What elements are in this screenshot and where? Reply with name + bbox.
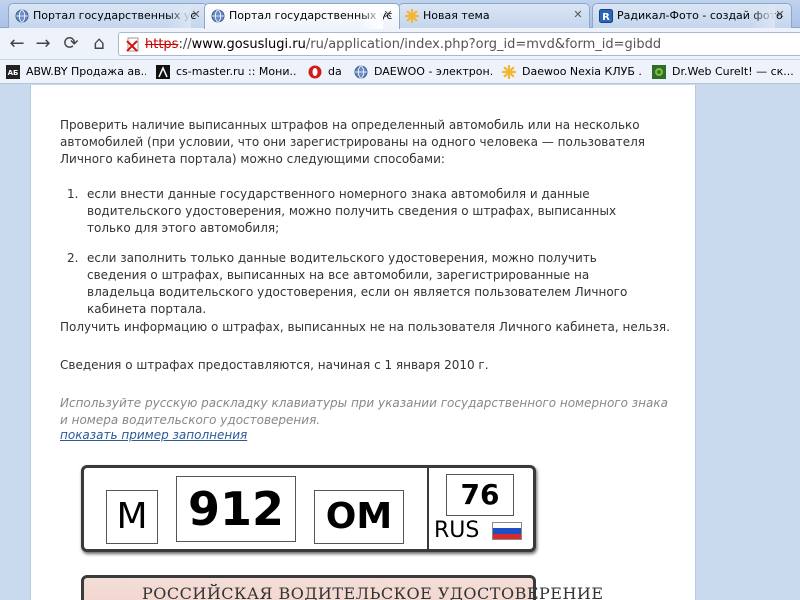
close-icon[interactable]: ✕ [382, 9, 394, 21]
url-host: www.gosuslugi.ru [191, 37, 306, 52]
reload-button[interactable]: ⟳ [60, 33, 82, 55]
intro-text: Проверить наличие выписанных штрафов на … [60, 118, 645, 166]
drweb-icon [652, 65, 666, 79]
tab-title: Новая тема [423, 9, 490, 22]
restriction-note: Получить информацию о штрафах, выписанны… [60, 320, 670, 334]
globe-icon [211, 9, 225, 23]
close-icon[interactable]: ✕ [774, 9, 786, 21]
tab-gosuslugi-2[interactable]: Портал государственных ус ✕ [204, 3, 400, 29]
bookmark-label: DAEWOO - электрон... [374, 65, 492, 78]
plate-series-field[interactable]: ОМ [314, 490, 404, 544]
url-separator: :// [178, 37, 192, 52]
bookmark-abw[interactable]: АБ ABW.BY Продажа ав... [6, 64, 146, 80]
keyboard-hint: Используйте русскую раскладку клавиатуры… [60, 396, 668, 427]
bookmark-daewoo[interactable]: DAEWOO - электрон... [354, 64, 492, 80]
plate-letter-field[interactable]: М [106, 490, 158, 544]
russian-flag-icon [492, 522, 522, 540]
radikal-icon: R [599, 9, 613, 23]
forward-button[interactable]: → [32, 33, 54, 55]
tab-new-topic[interactable]: Новая тема ✕ [398, 3, 590, 28]
cs-icon [156, 65, 170, 79]
star-flower-icon [502, 65, 516, 79]
url-text[interactable]: https://www.gosuslugi.ru/ru/application/… [145, 37, 661, 52]
close-icon[interactable]: ✕ [190, 9, 202, 21]
url-scheme: https [145, 37, 179, 52]
insecure-page-icon[interactable] [125, 37, 141, 53]
list-number: 1. [67, 187, 79, 201]
plate-region-field[interactable]: 76 [446, 474, 514, 516]
driver-license-card: РОССИЙСКАЯ ВОДИТЕЛЬСКОЕ УДОСТОВЕРЕНИЕ [81, 575, 603, 600]
star-flower-icon [405, 9, 419, 23]
content-panel: Проверить наличие выписанных штрафов на … [30, 85, 696, 600]
svg-text:R: R [602, 12, 610, 23]
bookmark-drweb[interactable]: Dr.Web CureIt! — ск... [652, 64, 798, 80]
show-example-link[interactable]: показать пример заполнения [60, 428, 247, 442]
plate-divider [427, 468, 429, 549]
bookmark-label: cs-master.ru :: Мони... [176, 65, 296, 78]
home-button[interactable]: ⌂ [88, 33, 110, 55]
bookmark-label: ABW.BY Продажа ав... [26, 65, 146, 78]
abw-icon: АБ [6, 65, 20, 79]
list-item: 2. если заполнить только данные водитель… [67, 250, 667, 316]
plate-country-code: RUS [434, 518, 480, 543]
license-title: РОССИЙСКАЯ ВОДИТЕЛЬСКОЕ УДОСТОВЕРЕНИЕ [142, 584, 604, 600]
tab-radikal[interactable]: R Радикал-Фото - создай фото ✕ [592, 3, 792, 28]
bookmark-da[interactable]: da [308, 64, 358, 80]
list-text: если внести данные государственного номе… [87, 187, 617, 235]
globe-icon [15, 9, 29, 23]
url-path: /ru/application/index.php?org_id=mvd&for… [305, 37, 662, 52]
bookmark-cs-master[interactable]: cs-master.ru :: Мони... [156, 64, 296, 80]
page-viewport: Проверить наличие выписанных штрафов на … [0, 85, 800, 600]
globe-icon [354, 65, 368, 79]
bookmark-label: da [328, 65, 342, 78]
address-bar[interactable]: https://www.gosuslugi.ru/ru/application/… [118, 32, 800, 56]
list-number: 2. [67, 251, 79, 265]
tab-gosuslugi-1[interactable]: Портал государственных ус ✕ [8, 3, 208, 28]
list-text: если заполнить только данные водительско… [87, 251, 628, 316]
opera-icon [308, 65, 322, 79]
date-note: Сведения о штрафах предоставляются, начи… [60, 358, 489, 372]
svg-text:АБ: АБ [8, 69, 19, 77]
close-icon[interactable]: ✕ [572, 9, 584, 21]
list-item: 1. если внести данные государственного н… [67, 186, 667, 238]
bookmarks-bar: АБ ABW.BY Продажа ав... cs-master.ru :: … [0, 60, 800, 84]
navigation-toolbar: ← → ⟳ ⌂ https://www.gosuslugi.ru/ru/appl… [0, 28, 800, 60]
plate-number-field[interactable]: 912 [176, 476, 296, 542]
bookmark-daewoo-nexia[interactable]: Daewoo Nexia КЛУБ ... [502, 64, 642, 80]
tab-strip: Портал государственных ус ✕ Портал госуд… [0, 0, 800, 29]
bookmark-label: Daewoo Nexia КЛУБ ... [522, 65, 642, 78]
license-plate: М 912 ОМ 76 RUS [81, 465, 536, 552]
back-button[interactable]: ← [6, 33, 28, 55]
bookmark-label: Dr.Web CureIt! — ск... [672, 65, 794, 78]
